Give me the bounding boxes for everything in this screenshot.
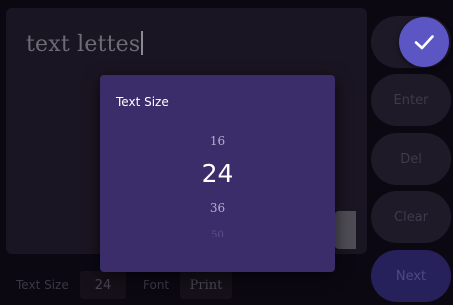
dialog-title: Text Size — [116, 95, 169, 109]
font-label: Font — [143, 278, 170, 292]
text-entry-screen: text lettes Enter Del Clear Next Text Si… — [0, 0, 453, 305]
size-option-faint[interactable]: 50 — [100, 230, 335, 237]
entered-text: text lettes — [26, 31, 143, 57]
size-option-next[interactable]: 36 — [100, 201, 335, 215]
keyboard-icon[interactable] — [334, 211, 356, 249]
text-cursor — [141, 31, 143, 55]
clear-button[interactable]: Clear — [371, 191, 451, 243]
next-button[interactable]: Next — [371, 250, 451, 302]
entered-text-value: text lettes — [26, 32, 141, 57]
font-selector[interactable]: Print — [180, 271, 232, 299]
confirm-button[interactable] — [399, 17, 449, 67]
text-size-selector[interactable]: 24 — [80, 271, 126, 299]
checkmark-icon — [414, 35, 434, 50]
size-option-prev[interactable]: 16 — [100, 134, 335, 148]
delete-button[interactable]: Del — [371, 133, 451, 185]
text-size-dialog: Text Size 16 24 36 50 — [100, 75, 335, 272]
size-option-selected[interactable]: 24 — [100, 159, 335, 188]
text-size-label: Text Size — [16, 278, 69, 292]
enter-button[interactable]: Enter — [371, 74, 451, 126]
